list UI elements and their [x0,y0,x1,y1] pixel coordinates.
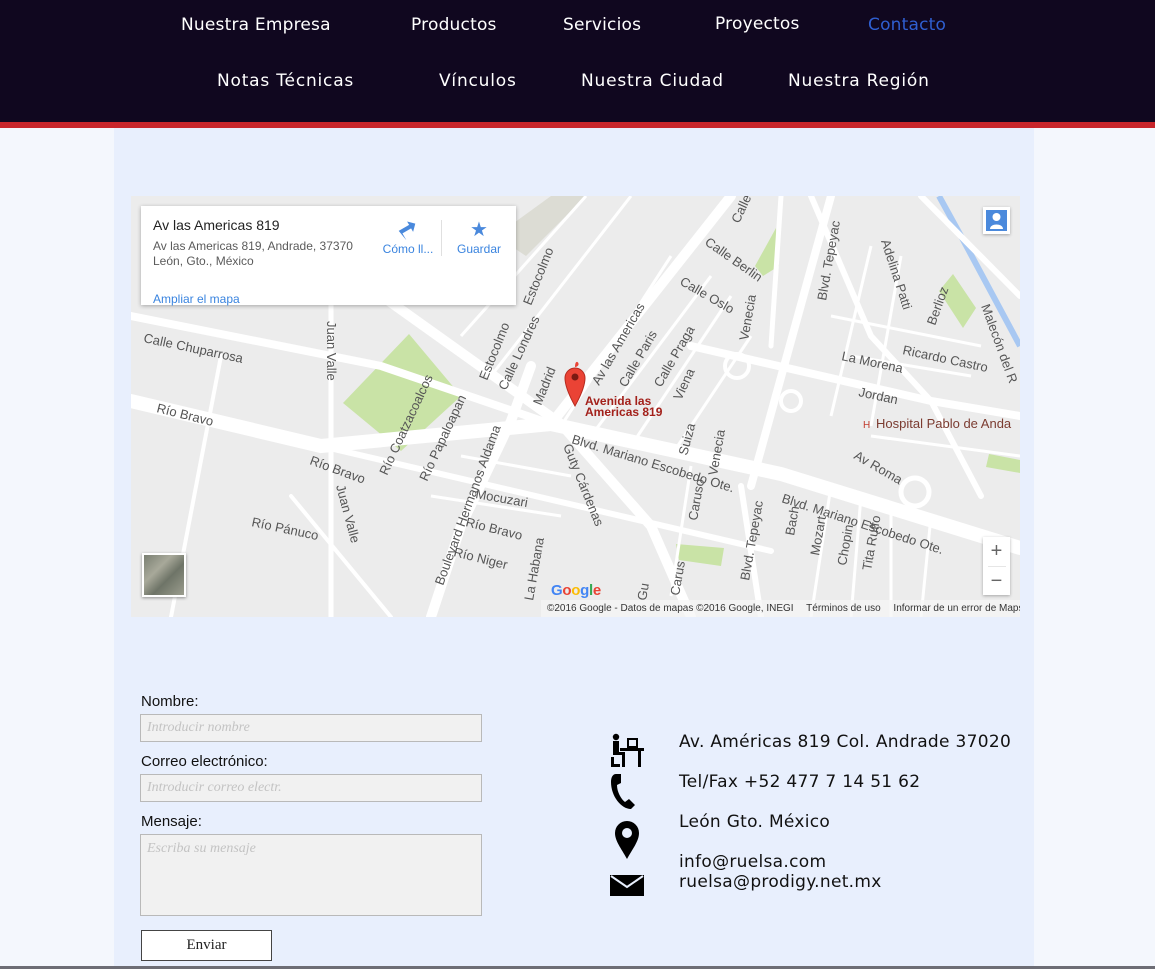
directions-icon [373,218,443,242]
svg-text:Adelina Patti: Adelina Patti [878,237,915,311]
nav-nuestra-empresa[interactable]: Nuestra Empresa [181,15,331,35]
map-card-address: Av las Americas 819, Andrade, 37370 León… [153,239,358,269]
svg-text:Juan Valle: Juan Valle [333,483,363,545]
email-input[interactable] [140,774,482,802]
svg-text:Jordan: Jordan [857,384,899,407]
svg-text:Mozart: Mozart [807,514,829,556]
map-card-address-line1: Av las Americas 819, Andrade, 37370 [153,239,353,253]
enlarge-map-link[interactable]: Ampliar el mapa [153,292,240,306]
header-bar: Nuestra Empresa Productos Servicios Proy… [0,0,1155,122]
map-roundabout [898,475,932,509]
location-map[interactable]: Calle Chuparrosa Río Bravo Río Bravo Río… [131,196,1020,617]
svg-text:Gu: Gu [634,582,652,602]
map-roundabout [779,389,803,413]
svg-text:Blvd. Tepeyac: Blvd. Tepeyac [737,499,766,582]
map-copyright: ©2016 Google - Datos de mapas ©2016 Goog… [547,603,794,614]
hospital-icon: H [863,420,870,431]
svg-text:Chopin: Chopin [834,523,856,566]
street-view-pegman-icon[interactable] [983,207,1010,234]
nav-notas-tecnicas[interactable]: Notas Técnicas [217,71,354,91]
svg-text:Río Bravo: Río Bravo [464,514,524,543]
svg-text:Río Niger: Río Niger [452,544,510,572]
contact-phone: Tel/Fax +52 477 7 14 51 62 [679,772,921,792]
nav-nuestra-region[interactable]: Nuestra Región [788,71,930,91]
email-label: Correo electrónico: [141,753,268,770]
google-logo: Google [551,582,601,599]
name-label: Nombre: [141,693,199,710]
directions-button[interactable]: Cómo ll... [373,218,443,256]
map-card-address-line2: León, Gto., México [153,254,254,268]
map-marker-label-line2: Americas 819 [585,405,663,419]
name-input[interactable] [140,714,482,742]
nav-productos[interactable]: Productos [411,15,497,35]
zoom-in-button[interactable]: + [983,537,1010,566]
message-label: Mensaje: [141,813,202,830]
satellite-toggle-button[interactable] [142,553,186,597]
contact-city: León Gto. México [679,812,831,832]
svg-text:Río Bravo: Río Bravo [155,400,215,429]
phone-icon [611,774,635,809]
svg-text:La Morena: La Morena [840,348,905,376]
contact-email-info[interactable]: info@ruelsa.com [679,852,826,872]
map-zoom-controls: + − [983,537,1010,595]
map-poi-hospital[interactable]: Hospital Pablo de Anda [876,416,1012,431]
nav-vinculos[interactable]: Vínculos [439,71,517,91]
svg-text:Av Roma: Av Roma [852,448,906,488]
map-footer: ©2016 Google - Datos de mapas ©2016 Goog… [541,600,1020,617]
office-desk-icon [611,733,644,767]
svg-text:Venecia: Venecia [705,428,728,477]
star-icon: ★ [470,219,488,241]
nav-contacto[interactable]: Contacto [868,15,946,35]
send-button[interactable]: Enviar [141,930,272,961]
svg-text:La Habana: La Habana [521,536,547,602]
location-pin-icon [615,821,639,859]
save-place-button[interactable]: ★ Guardar [444,218,514,256]
map-card-separator [441,220,442,256]
svg-text:Ricardo Castro: Ricardo Castro [901,342,989,375]
nav-proyectos[interactable]: Proyectos [715,14,800,34]
map-terms-link[interactable]: Términos de uso [806,603,880,614]
nav-servicios[interactable]: Servicios [563,15,641,35]
contact-address: Av. Américas 819 Col. Andrade 37020 [679,732,1012,752]
svg-text:Juan Valle: Juan Valle [324,321,339,381]
zoom-out-button[interactable]: − [983,567,1010,596]
map-card-title: Av las Americas 819 [153,217,280,233]
svg-text:Bach: Bach [782,505,802,537]
map-park [986,454,1020,473]
message-textarea[interactable] [140,834,482,916]
map-report-link[interactable]: Informar de un error de Maps [893,603,1020,614]
svg-text:Berlioz: Berlioz [924,285,952,327]
nav-nuestra-ciudad[interactable]: Nuestra Ciudad [581,71,724,91]
email-envelope-icon [610,875,644,896]
contact-email-prodigy[interactable]: ruelsa@prodigy.net.mx [679,872,882,892]
map-info-card: Av las Americas 819 Av las Americas 819,… [141,206,516,306]
svg-text:Venecia: Venecia [736,293,759,342]
